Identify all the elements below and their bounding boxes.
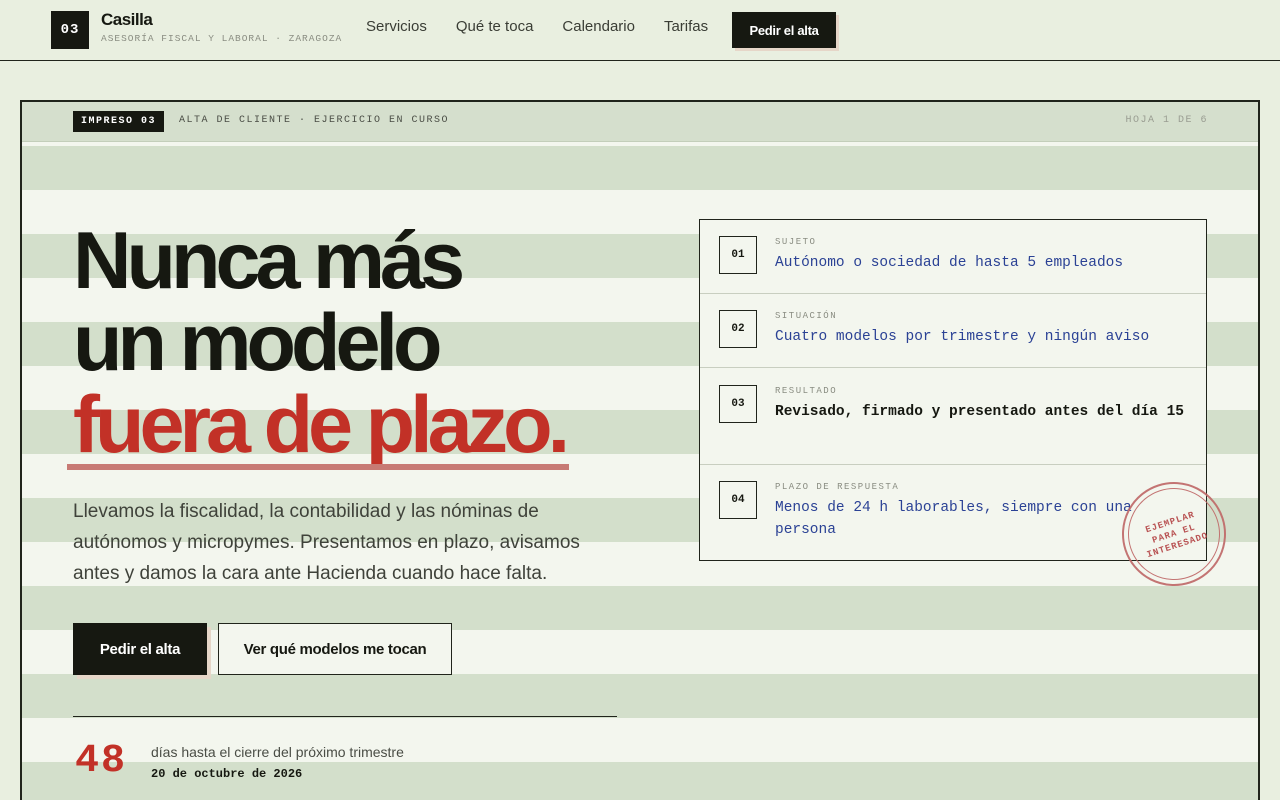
countdown-number: 48 bbox=[75, 739, 128, 784]
card-row-1: 01 SUJETO Autónomo o sociedad de hasta 5… bbox=[700, 220, 1206, 294]
nav-link-que-te-toca[interactable]: Qué te toca bbox=[456, 18, 534, 35]
brand-tagline: ASESORÍA FISCAL Y LABORAL · ZARAGOZA bbox=[101, 33, 343, 44]
hero-lede: Llevamos la fiscalidad, la contabilidad … bbox=[73, 501, 580, 584]
headline-accent: fuera de plazo. bbox=[66, 380, 570, 470]
form-sheet: IMPRESO 03 ALTA DE CLIENTE · EJERCICIO E… bbox=[20, 100, 1260, 800]
logo-badge[interactable]: 03 bbox=[51, 11, 89, 49]
nav-link-servicios[interactable]: Servicios bbox=[366, 18, 427, 35]
card-row-3: 03 RESULTADO Revisado, firmado y present… bbox=[700, 368, 1206, 465]
row-text: Autónomo o sociedad de hasta 5 empleados bbox=[775, 255, 1124, 271]
headline-line-2: un modelo bbox=[73, 298, 442, 388]
form-tag: IMPRESO 03 bbox=[73, 111, 165, 132]
row-number: 04 bbox=[719, 481, 757, 519]
divider bbox=[73, 716, 617, 717]
secondary-cta-button[interactable]: Ver qué modelos me tocan bbox=[218, 623, 452, 675]
countdown-label: días hasta el cierre del próximo trimest… bbox=[151, 744, 404, 760]
hero-headline: Nunca más un modelo fuera de plazo. bbox=[66, 220, 693, 470]
row-number: 02 bbox=[719, 310, 757, 348]
card-row-2: 02 SITUACIÓN Cuatro modelos por trimestr… bbox=[700, 294, 1206, 368]
headline-line-1: Nunca más bbox=[73, 216, 465, 306]
countdown-date: 20 de octubre de 2026 bbox=[151, 767, 303, 781]
form-title: ALTA DE CLIENTE · EJERCICIO EN CURSO bbox=[179, 115, 450, 126]
row-text: Revisado, firmado y presentado antes del… bbox=[775, 404, 1184, 420]
row-label: RESULTADO bbox=[775, 386, 838, 396]
row-text: Cuatro modelos por trimestre y ningún av… bbox=[775, 329, 1150, 345]
nav-cta-button[interactable]: Pedir el alta bbox=[732, 12, 836, 48]
stamp-text: EJEMPLAR PARA EL INTERESADO bbox=[1144, 509, 1210, 561]
row-label: PLAZO DE RESPUESTA bbox=[775, 482, 900, 492]
sheet-header: IMPRESO 03 ALTA DE CLIENTE · EJERCICIO E… bbox=[22, 102, 1258, 142]
nav-link-calendario[interactable]: Calendario bbox=[562, 18, 635, 35]
nav-links: Servicios Qué te toca Calendario Tarifas bbox=[366, 18, 737, 35]
row-number: 03 bbox=[719, 385, 757, 423]
row-label: SITUACIÓN bbox=[775, 311, 838, 321]
brand-name[interactable]: Casilla bbox=[101, 10, 153, 30]
page-indicator: HOJA 1 DE 6 bbox=[1125, 115, 1208, 126]
nav-link-tarifas[interactable]: Tarifas bbox=[664, 18, 708, 35]
row-number: 01 bbox=[719, 236, 757, 274]
primary-cta-button[interactable]: Pedir el alta bbox=[73, 623, 207, 675]
row-label: SUJETO bbox=[775, 237, 817, 247]
top-nav: 03 Casilla ASESORÍA FISCAL Y LABORAL · Z… bbox=[0, 0, 1280, 61]
